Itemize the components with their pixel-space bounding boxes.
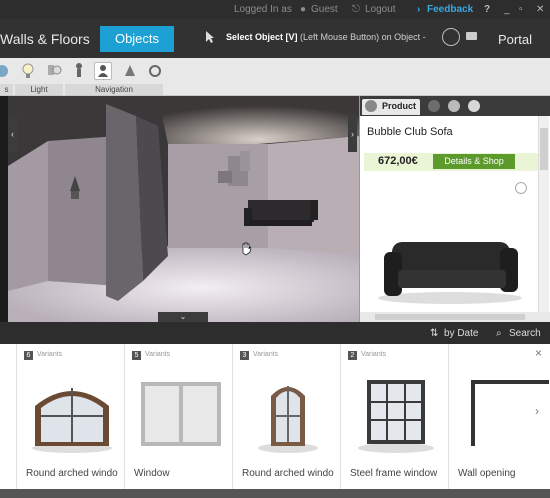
select-object-label: Select Object [V] [226,32,298,42]
collapse-left-button[interactable]: ‹ [8,116,17,152]
bulb-icon[interactable] [19,62,37,80]
variants-label: Variants [145,351,171,358]
tool-bar: s Light Navigation [0,58,550,96]
tag-icon [365,100,377,112]
logout-icon: ⎋ [352,4,360,15]
round-arched-window-thumbnail [32,388,112,453]
catalog-item[interactable]: 6 Variants Round arched windo [17,344,125,489]
item-name: Steel frame window [350,468,438,479]
catalog-item[interactable]: 3 Variants Round arched windo [233,344,341,489]
product-image [370,226,530,311]
product-panel: Product Bubble Club Sofa 672,00€ Details… [359,96,550,322]
group-label-light: Light [15,84,63,95]
left-edge [0,96,8,322]
catalog-item[interactable]: 2 Variants Steel frame window [341,344,449,489]
variants-label: Variants [361,351,387,358]
search-icon: ⌕ [496,328,502,339]
bottom-bar [0,489,550,498]
variant-count-badge: 2 [348,351,357,360]
sort-by-date-button[interactable]: by Date [444,328,478,339]
product-tabs: Product [360,96,550,116]
main-nav: Walls & Floors Objects Select Object [V]… [0,18,550,58]
details-shop-button[interactable]: Details & Shop [433,154,515,169]
vertical-scroll-thumb[interactable] [540,128,548,170]
group-label-navigation: Navigation [65,84,163,95]
fly-icon[interactable] [121,62,139,80]
3d-viewport[interactable]: ‹ › ⌄ [8,96,359,322]
sort-bar: ⇅ by Date ⌕ Search [0,322,550,344]
item-name: Round arched windo [26,468,118,479]
horizontal-scroll-thumb[interactable] [375,314,525,320]
variant-count-badge: 3 [240,351,249,360]
group-label-s: s [0,84,13,95]
item-name: Wall opening [458,468,516,479]
tool-sphere-icon[interactable] [0,62,18,80]
feedback-link[interactable]: Feedback [427,4,473,15]
next-arrow-icon[interactable]: › [535,404,539,418]
collapse-bottom-button[interactable]: ⌄ [158,312,208,322]
catalog-item[interactable]: Wall opening [449,344,549,489]
orbit-icon[interactable] [94,62,112,80]
collapse-right-button[interactable]: › [348,116,357,152]
tab-walls-floors[interactable]: Walls & Floors [0,31,90,47]
zoom-icon[interactable] [515,182,527,194]
search-button[interactable]: Search [509,328,541,339]
feedback-arrow-icon: › [417,4,421,15]
status-bar: Logged In as ● Guest ⎋ Logout › Feedback… [0,0,550,18]
item-name: Window [134,468,170,479]
light-icon[interactable] [448,100,460,112]
select-object-instruction: (Left Mouse Button) on Object - [300,32,426,42]
window-thumbnail [141,382,221,446]
close-window-button[interactable]: ✕ [536,4,544,15]
user-icon: ● [300,4,307,15]
cursor-icon [205,30,215,49]
sort-icon: ⇅ [430,328,439,339]
minimize-button[interactable]: _ [504,4,510,15]
variants-label: Variants [253,351,279,358]
catalog-left-edge [0,344,17,489]
camera-icon[interactable] [466,32,477,40]
logged-in-label: Logged In as [234,4,292,15]
material-icon[interactable] [428,100,440,112]
spotlight-icon[interactable] [45,62,63,80]
room-scene [8,96,359,322]
product-name: Bubble Club Sofa [367,126,453,138]
tab-portal[interactable]: Portal [498,32,532,47]
variant-count-badge: 5 [132,351,141,360]
catalog: 6 Variants Round arched windo 5 Variants… [0,344,550,489]
round-arched-window-thumbnail [258,386,318,453]
select-object-hint: Select Object [V] (Left Mouse Button) on… [226,32,426,42]
catalog-item[interactable]: 5 Variants Window [125,344,233,489]
tab-product-label: Product [382,101,417,111]
variant-count-badge: 6 [24,351,33,360]
item-name: Round arched windo [242,468,334,479]
walk-icon[interactable] [70,62,88,80]
product-price: 672,00€ [378,155,418,167]
variants-label: Variants [37,351,63,358]
hand-cursor-icon [240,242,252,261]
guest-link[interactable]: Guest [311,4,338,15]
sphere-icon[interactable] [468,100,480,112]
reset-view-icon[interactable] [146,62,164,80]
help-button[interactable]: ? [484,4,490,15]
close-catalog-button[interactable]: × [535,346,542,360]
logout-link[interactable]: Logout [365,4,396,15]
rotate-view-icon[interactable] [442,28,460,46]
steel-frame-window-thumbnail [358,380,434,453]
maximize-button[interactable]: ▫ [519,4,523,15]
tab-objects[interactable]: Objects [100,26,174,52]
